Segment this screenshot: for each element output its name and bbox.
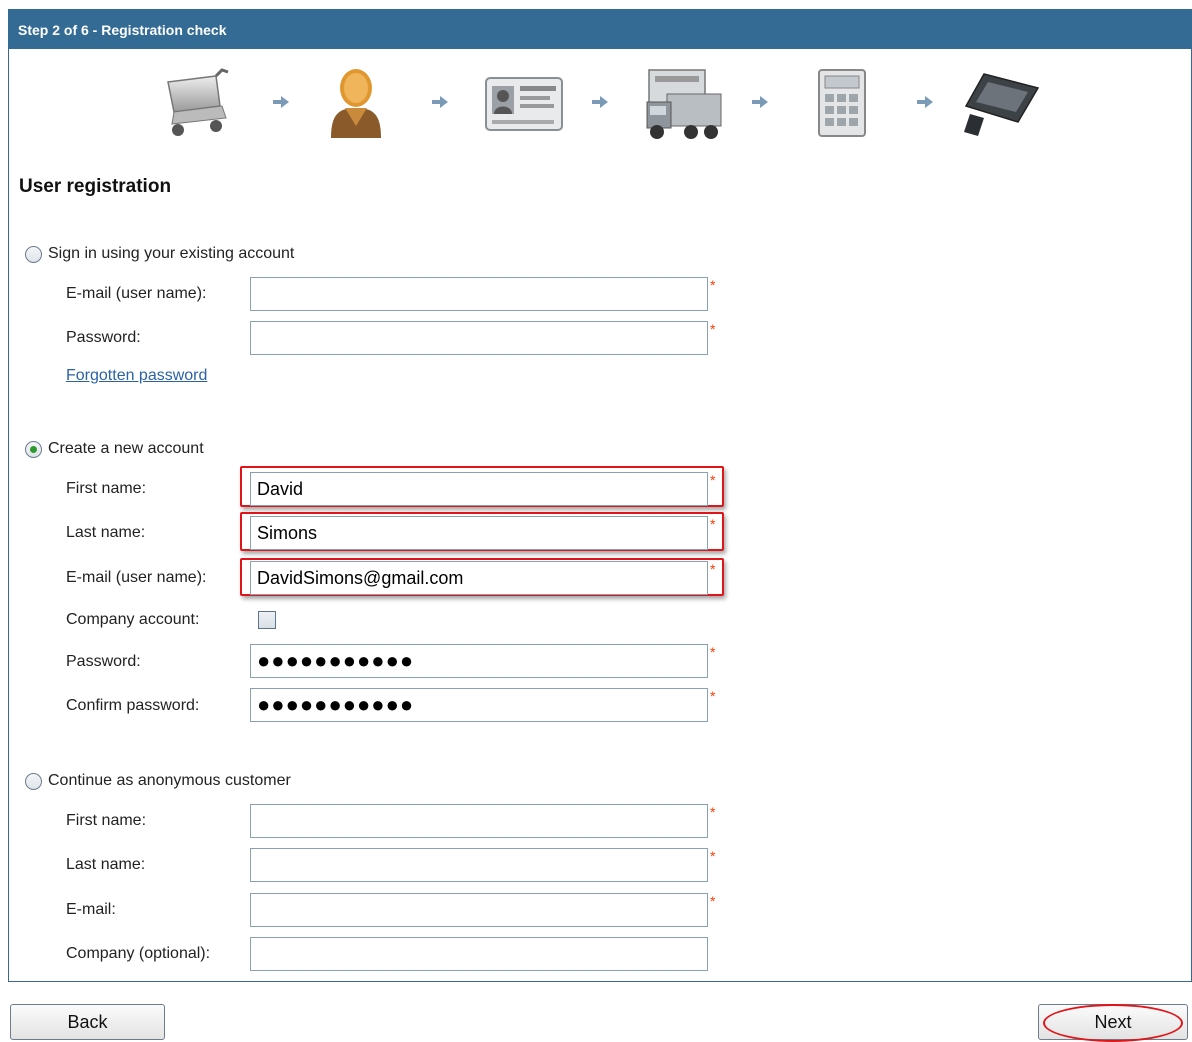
back-button[interactable]: Back <box>10 1004 165 1040</box>
create-account-radio-label: Create a new account <box>48 440 204 457</box>
required-mark: * <box>710 472 716 488</box>
anonymous-radio-label: Continue as anonymous customer <box>48 772 291 789</box>
anon-last-name-label: Last name: <box>66 856 146 873</box>
anon-first-name-label: First name: <box>66 812 147 829</box>
anon-first-name-field[interactable] <box>250 804 708 838</box>
required-mark: * <box>710 321 716 337</box>
anon-company-label: Company (optional): <box>66 945 211 962</box>
arrow-right-icon <box>592 96 608 108</box>
delivery-truck-icon <box>646 69 722 139</box>
signin-email-label: E-mail (user name): <box>66 285 207 302</box>
arrow-right-icon <box>273 96 289 108</box>
create-first-name-label: First name: <box>66 480 147 497</box>
arrow-right-icon <box>917 96 933 108</box>
card-payment-icon <box>964 73 1040 136</box>
create-account-option[interactable]: Create a new account <box>25 440 204 458</box>
create-email-field[interactable]: DavidSimons@gmail.com <box>250 561 708 595</box>
signin-option[interactable]: Sign in using your existing account <box>25 245 294 263</box>
required-mark: * <box>710 644 716 660</box>
anonymous-option[interactable]: Continue as anonymous customer <box>25 772 291 790</box>
calculator-icon <box>818 69 866 137</box>
anon-company-field[interactable] <box>250 937 708 971</box>
anonymous-radio[interactable] <box>25 772 42 790</box>
step-progress <box>0 0 1192 160</box>
create-last-name-field[interactable]: Simons <box>250 516 708 550</box>
confirm-password-label: Confirm password: <box>66 697 200 714</box>
required-mark: * <box>710 804 716 820</box>
confirm-password-field[interactable]: ●●●●●●●●●●● <box>250 688 708 722</box>
arrow-right-icon <box>752 96 768 108</box>
page-title: User registration <box>19 176 172 197</box>
signin-radio[interactable] <box>25 245 42 263</box>
create-email-label: E-mail (user name): <box>66 569 207 586</box>
required-mark: * <box>710 277 716 293</box>
required-mark: * <box>710 893 716 909</box>
create-password-label: Password: <box>66 653 141 670</box>
create-last-name-label: Last name: <box>66 524 146 541</box>
forgotten-password-link[interactable]: Forgotten password <box>66 367 207 385</box>
required-mark: * <box>710 848 716 864</box>
signin-radio-label: Sign in using your existing account <box>48 245 295 262</box>
signin-email-field[interactable] <box>250 277 708 311</box>
arrow-right-icon <box>432 96 448 108</box>
required-mark: * <box>710 561 716 577</box>
company-account-checkbox[interactable] <box>258 611 276 629</box>
id-card-icon <box>485 77 563 131</box>
company-account-label: Company account: <box>66 611 200 628</box>
required-mark: * <box>710 516 716 532</box>
signin-password-field[interactable] <box>250 321 708 355</box>
anon-email-label: E-mail: <box>66 901 116 918</box>
required-mark: * <box>710 688 716 704</box>
create-account-radio[interactable] <box>25 440 42 458</box>
user-icon <box>331 69 381 138</box>
create-first-name-field[interactable]: David <box>250 472 708 506</box>
next-highlight <box>1043 1004 1183 1042</box>
shopping-cart-icon <box>167 68 229 136</box>
signin-password-label: Password: <box>66 329 141 346</box>
anon-last-name-field[interactable] <box>250 848 708 882</box>
create-password-field[interactable]: ●●●●●●●●●●● <box>250 644 708 678</box>
anon-email-field[interactable] <box>250 893 708 927</box>
